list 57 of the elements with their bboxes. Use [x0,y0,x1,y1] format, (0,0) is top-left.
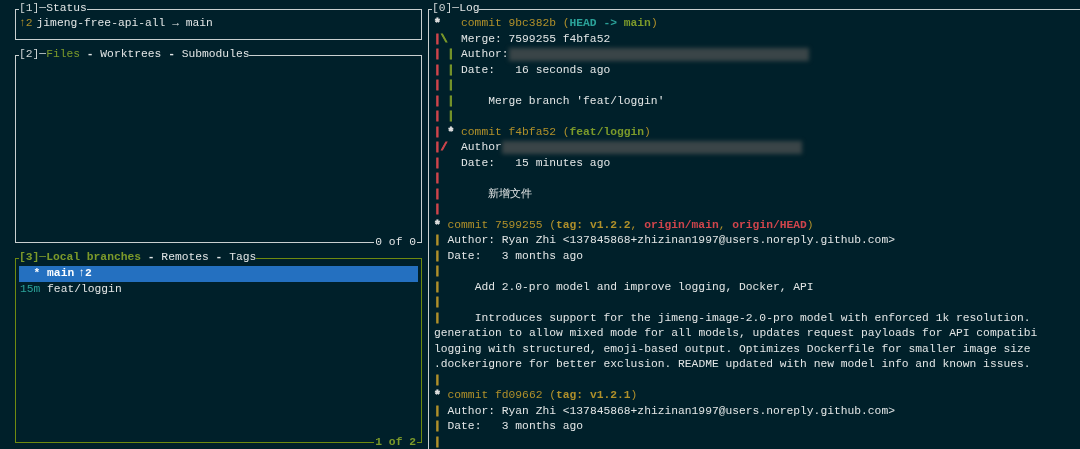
branch-item[interactable]: * main ↑2 [19,266,418,282]
graph-edge: | [434,233,441,248]
graph-edge: | [434,248,441,264]
graph-edge: | [434,186,441,202]
commit-message: logging with structured, emoji-based output. Optimizes Dockerfile for smaller image size [434,341,1031,357]
graph-edge: | [447,47,455,62]
graph-edge: | [434,419,441,434]
commit-message: Add 2.0-pro model and improve logging, Docker, API [473,279,814,295]
log-line: Author: Ryan Zhi <137845868+zhizinan1997@users.noreply.github.com> [447,233,895,248]
graph-edge: | [434,140,441,155]
commit-message: .dockerignore for better exclusion. README updated with new model info and known issues. [434,357,1031,372]
log-line: commit 7599255 (tag: v1.2.2, origin/main, origin/HEAD) [447,217,814,233]
log-line: Author [461,140,502,155]
graph-edge: / [440,140,448,155]
graph-edge: * [434,16,441,31]
graph-edge: * [434,217,441,233]
log-line: Date: 3 months ago [447,419,584,434]
graph-edge: | [434,47,441,62]
graph-edge: * [447,124,455,140]
commit-message: generation to allow mixed mode for all models, updates request payloads for API compatibi [434,326,1038,341]
graph-edge: | [434,109,441,124]
graph-edge: \ [440,31,448,47]
graph-edge: | [434,372,441,388]
graph-edge: | [434,124,441,140]
graph-edge: | [447,62,455,78]
log-line: Merge: 7599255 f4bfa52 [461,31,611,47]
graph-edge: | [434,434,441,449]
graph-edge: | [434,155,441,171]
branch-item[interactable]: 15m feat/loggin [19,281,418,297]
graph-edge: | [434,310,441,326]
commit-message: Introduces support for the jimeng-image-2.0-pro model with enforced 1k resolution. [473,310,1031,326]
graph-edge: | [447,93,455,109]
log-line: Date: 15 minutes ago [461,155,611,171]
graph-edge: | [434,264,441,279]
commit-message: 新增文件 [487,186,533,202]
graph-edge: | [434,279,441,295]
graph-edge: | [434,31,441,47]
repo-branch: jimeng-free-api-all → main [36,16,213,31]
graph-edge: | [434,403,441,419]
log-line: commit 9bc382b (HEAD -> main) [461,16,658,31]
graph-edge: | [434,93,441,109]
graph-edge: | [434,171,441,186]
graph-edge: | [434,295,441,310]
graph-edge: | [434,62,441,78]
graph-edge: | [447,78,455,93]
log-line: Date: 3 months ago [447,248,584,264]
log-line: commit fd09662 (tag: v1.2.1) [447,388,638,403]
ahead-count: ↑2 [19,16,33,31]
log-line: Date: 16 seconds ago [461,62,611,78]
commit-message: Merge branch 'feat/loggin' [487,93,665,109]
graph-edge: * [434,388,441,403]
log-line: Author: [461,47,509,62]
graph-edge: | [434,78,441,93]
log-line: Author: Ryan Zhi <137845868+zhizinan1997@users.noreply.github.com> [447,403,895,419]
graph-edge: | [434,202,441,217]
graph-edge: | [447,109,455,124]
log-line: commit f4bfa52 (feat/loggin) [461,124,651,140]
